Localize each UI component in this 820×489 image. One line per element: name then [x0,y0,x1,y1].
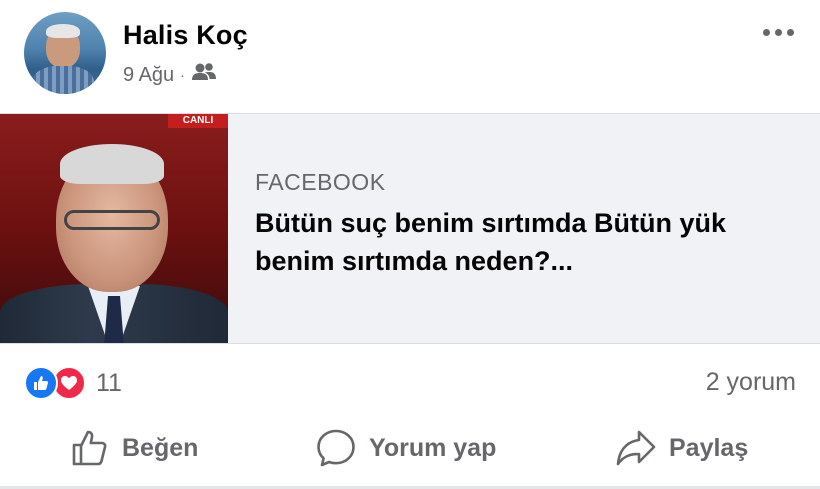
like-button[interactable]: Beğen [70,426,198,470]
thumbnail-hair [60,144,164,184]
post-header: Halis Koç 9 Ağu · [0,0,820,112]
link-thumbnail[interactable]: CANLI [0,114,228,343]
post-date[interactable]: 9 Ağu [123,64,174,87]
link-preview-card[interactable]: CANLI FACEBOOK Bütün suç benim sırtımda … [0,113,820,344]
live-banner: CANLI [168,114,228,128]
comment-bubble-icon [315,427,357,469]
link-title[interactable]: Bütün suç benim sırtımda Bütün yük benim… [255,204,800,280]
share-arrow-icon [615,428,657,468]
share-label: Paylaş [669,433,749,462]
comment-label: Yorum yap [369,433,497,462]
thumbnail-glasses [64,210,160,230]
like-label: Beğen [122,433,199,462]
thumbs-up-icon [70,428,110,468]
avatar-hair [46,24,80,38]
comment-button[interactable]: Yorum yap [315,426,496,470]
post-actions: Beğen Yorum yap Paylaş [0,420,820,476]
share-button[interactable]: Paylaş [615,426,748,470]
avatar-body [32,66,94,94]
link-source: FACEBOOK [255,169,386,195]
post-meta: 9 Ağu · [123,62,217,88]
more-options-icon[interactable] [758,20,798,44]
reactions-summary[interactable]: 11 [24,366,122,400]
reaction-count: 11 [96,368,122,397]
avatar[interactable] [24,12,106,94]
post-stats: 11 2 yorum [0,362,820,406]
author-name[interactable]: Halis Koç [123,20,248,51]
meta-separator: · [180,67,185,83]
like-reaction-icon [24,366,58,400]
comment-count[interactable]: 2 yorum [706,368,796,397]
friends-icon[interactable] [191,62,217,88]
